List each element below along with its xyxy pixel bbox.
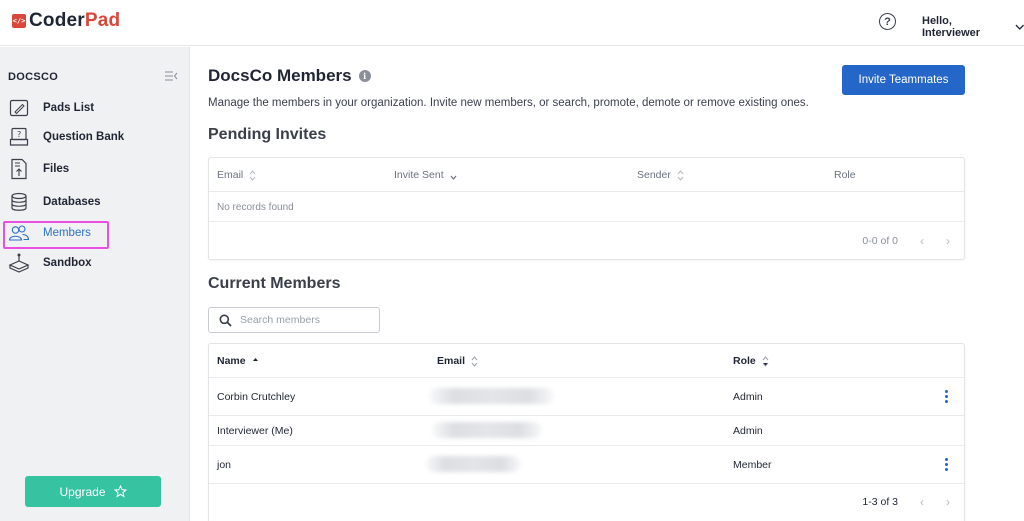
sort-desc-icon — [762, 355, 769, 367]
sidebar-item-databases[interactable]: Databases — [8, 189, 188, 215]
column-header-name[interactable]: Name — [217, 355, 259, 367]
sort-asc-icon — [252, 357, 258, 361]
page-title: DocsCo Members i — [208, 66, 371, 86]
sidebar-item-label: Files — [43, 163, 70, 175]
logo-word-coder: Coder — [29, 10, 85, 31]
star-icon — [113, 485, 127, 498]
divider — [209, 483, 964, 484]
member-name: jon — [217, 459, 232, 471]
sidebar-item-label: Sandbox — [43, 257, 92, 269]
upgrade-label: Upgrade — [59, 484, 106, 499]
sort-desc-icon — [450, 175, 457, 180]
more-options-icon[interactable] — [944, 457, 948, 472]
column-header-label: Role — [834, 169, 856, 181]
chevron-right-icon[interactable]: › — [946, 495, 950, 509]
question-bank-icon: ? — [8, 126, 30, 148]
file-upload-icon — [8, 158, 30, 180]
column-header-label: Email — [217, 169, 244, 181]
sidebar-item-label: Databases — [43, 196, 101, 208]
sort-icon — [249, 169, 256, 181]
top-bar: </> CoderPad ? Hello, Interviewer — [0, 0, 1024, 46]
invite-teammates-button[interactable]: Invite Teammates — [842, 65, 965, 95]
pending-invites-title: Pending Invites — [208, 126, 327, 143]
org-name: DOCSCO — [8, 71, 59, 83]
search-members-input[interactable] — [240, 314, 370, 326]
pagination-text: 0-0 of 0 — [862, 235, 898, 247]
chevron-left-icon[interactable]: ‹ — [920, 495, 924, 509]
sidebar-item-sandbox[interactable]: Sandbox — [8, 250, 188, 276]
pagination-text: 1-3 of 3 — [862, 496, 898, 508]
pagination: 0-0 of 0 ‹ › — [862, 234, 950, 248]
chevron-right-icon[interactable]: › — [946, 234, 950, 248]
search-icon — [219, 314, 232, 327]
current-members-title: Current Members — [208, 275, 341, 292]
column-header-label: Sender — [637, 169, 671, 181]
column-header-email[interactable]: Email — [437, 355, 478, 367]
coderpad-logo[interactable]: </> CoderPad — [12, 10, 120, 32]
member-role: Member — [733, 459, 772, 471]
redacted-email — [432, 422, 542, 438]
redacted-email — [426, 456, 521, 472]
member-name: Interviewer (Me) — [217, 425, 293, 437]
pending-invites-table: Email Invite Sent Sender Role No records… — [208, 157, 965, 260]
divider — [209, 377, 964, 378]
svg-text:?: ? — [17, 130, 21, 139]
selection-highlight — [3, 221, 109, 249]
logo-text: CoderPad — [29, 10, 120, 32]
user-greeting: Hello, Interviewer — [922, 15, 981, 39]
help-icon[interactable]: ? — [879, 13, 896, 30]
upgrade-button[interactable]: Upgrade — [25, 476, 161, 507]
code-icon: </> — [12, 14, 26, 28]
empty-state-text: No records found — [217, 202, 294, 213]
sidebar-item-label: Question Bank — [43, 131, 125, 143]
info-icon[interactable]: i — [358, 70, 371, 82]
database-icon — [8, 191, 30, 213]
column-header-label: Name — [217, 355, 246, 367]
sort-icon — [677, 169, 684, 181]
member-name: Corbin Crutchley — [217, 391, 296, 403]
sidebar-item-question-bank[interactable]: ? Question Bank — [8, 124, 188, 150]
sidebar-item-pads-list[interactable]: Pads List — [8, 95, 188, 121]
column-header-invite-sent[interactable]: Invite Sent — [394, 169, 457, 181]
sort-icon — [471, 355, 478, 367]
sandbox-icon — [8, 252, 30, 274]
column-header-label: Role — [733, 355, 756, 367]
divider — [209, 445, 964, 446]
search-box[interactable] — [208, 307, 380, 333]
more-options-icon[interactable] — [944, 389, 948, 404]
logo-word-pad: Pad — [84, 10, 121, 31]
pencil-icon — [8, 97, 30, 119]
chevron-left-icon[interactable]: ‹ — [920, 234, 924, 248]
page-title-text: DocsCo Members — [208, 66, 352, 85]
divider — [209, 221, 964, 222]
chevron-down-icon — [1014, 24, 1024, 30]
sidebar-item-label: Pads List — [43, 102, 95, 114]
member-role: Admin — [733, 425, 763, 437]
page-description: Manage the members in your organization.… — [208, 97, 809, 109]
column-header-role[interactable]: Role — [733, 355, 769, 367]
user-menu[interactable]: Hello, Interviewer — [922, 15, 1024, 39]
column-header-label: Email — [437, 355, 466, 367]
redacted-email — [429, 388, 554, 404]
divider — [209, 415, 964, 416]
current-members-table: Name Email Role Corbin Crutchley Admin I… — [208, 343, 965, 521]
collapse-sidebar-icon[interactable] — [165, 71, 178, 81]
column-header-sender[interactable]: Sender — [637, 169, 684, 181]
member-role: Admin — [733, 391, 763, 403]
pagination: 1-3 of 3 ‹ › — [862, 495, 950, 509]
column-header-label: Invite Sent — [394, 169, 444, 181]
column-header-role: Role — [834, 169, 856, 181]
main-content: DocsCo Members i Invite Teammates Manage… — [191, 47, 1024, 521]
sidebar-item-files[interactable]: Files — [8, 156, 188, 182]
divider — [209, 191, 964, 192]
column-header-email[interactable]: Email — [217, 169, 256, 181]
sidebar: DOCSCO Pads List ? Question Bank Files D… — [0, 47, 190, 521]
